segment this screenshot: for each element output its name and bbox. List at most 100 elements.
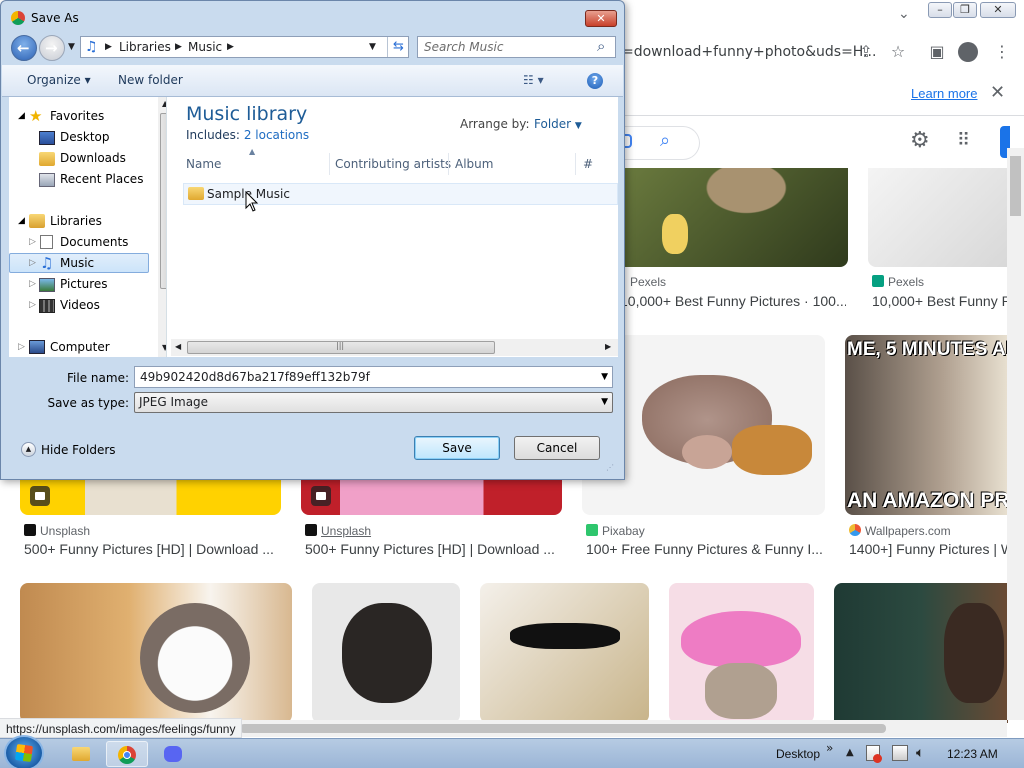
- nav-pictures[interactable]: Pictures: [60, 277, 108, 291]
- result-title[interactable]: 1400+] Funny Pictures | W: [849, 541, 1008, 557]
- network-icon[interactable]: [892, 745, 908, 761]
- desktop-toolbar-label[interactable]: Desktop: [776, 747, 820, 761]
- apps-grid-icon[interactable]: ⠿: [957, 130, 970, 151]
- column-name[interactable]: Name: [186, 157, 221, 171]
- nav-music[interactable]: Music: [60, 256, 94, 270]
- search-icon[interactable]: ⌕: [660, 130, 670, 151]
- share-icon[interactable]: ⇪: [856, 42, 876, 62]
- hide-folders-icon[interactable]: ▲: [21, 442, 36, 457]
- forward-button[interactable]: →: [39, 35, 65, 61]
- resize-grip-icon[interactable]: ⋰: [606, 463, 614, 472]
- start-button[interactable]: [4, 735, 44, 768]
- clock-time[interactable]: 12:23 AM: [947, 747, 998, 761]
- image-cat-showercap[interactable]: [669, 583, 814, 723]
- maximize-button[interactable]: ❐: [953, 2, 977, 18]
- column-contributing-artists[interactable]: Contributing artists: [335, 157, 451, 171]
- image-pink[interactable]: [301, 478, 562, 515]
- result-title[interactable]: 500+ Funny Pictures [HD] | Download ...: [24, 541, 281, 557]
- image-monkey[interactable]: [622, 168, 848, 267]
- cancel-button[interactable]: Cancel: [514, 436, 600, 460]
- nav-favorites[interactable]: Favorites: [50, 109, 104, 123]
- column-album[interactable]: Album: [455, 157, 493, 171]
- organize-button[interactable]: Organize ▾: [27, 73, 91, 87]
- page-vertical-scrollbar[interactable]: [1007, 148, 1024, 720]
- result-title[interactable]: 100+ Free Funny Pictures & Funny I...: [586, 541, 823, 557]
- result-source[interactable]: Pixabay: [586, 524, 645, 538]
- nav-desktop[interactable]: Desktop: [60, 130, 110, 144]
- help-icon[interactable]: ?: [587, 73, 603, 89]
- profile-avatar-icon[interactable]: [958, 42, 978, 62]
- image-dog-sunglasses[interactable]: [480, 583, 649, 723]
- arrange-by-dropdown[interactable]: Folder ▼: [534, 117, 582, 131]
- search-input[interactable]: Search Music: [417, 36, 616, 58]
- show-hidden-icons-icon[interactable]: ▲: [846, 747, 854, 758]
- result-title[interactable]: 10,000+ Best Funny P: [872, 293, 1008, 309]
- bookmark-star-icon[interactable]: ☆: [888, 42, 908, 62]
- save-button[interactable]: Save: [414, 436, 500, 460]
- result-title[interactable]: 500+ Funny Pictures [HD] | Download ...: [305, 541, 562, 557]
- image-lollipop[interactable]: [20, 478, 281, 515]
- nav-scrollbar[interactable]: ▲ ▼: [158, 97, 166, 357]
- taskbar-discord[interactable]: [152, 741, 194, 767]
- result-source[interactable]: Unsplash: [305, 524, 371, 538]
- recent-locations-dropdown-icon[interactable]: ▼: [68, 42, 75, 52]
- result-source[interactable]: Pexels: [872, 275, 924, 289]
- expand-arrow-icon[interactable]: ▷: [29, 279, 36, 289]
- image-dog-white[interactable]: [868, 168, 1008, 267]
- image-orangutan[interactable]: [834, 583, 1008, 723]
- expand-arrow-icon[interactable]: ▷: [18, 342, 25, 352]
- collapse-arrow-icon[interactable]: ◢: [18, 216, 25, 226]
- save-type-select[interactable]: JPEG Image ▼: [134, 392, 613, 413]
- address-breadcrumb[interactable]: ♫ ▶ Libraries ▶ Music ▶ ▼ ⇆: [80, 36, 409, 58]
- collapse-arrow-icon[interactable]: ◢: [18, 111, 25, 121]
- tab-list-chevron-icon[interactable]: ⌄: [898, 6, 910, 22]
- scroll-thumb[interactable]: [160, 113, 166, 289]
- view-options-icon[interactable]: ☷ ▾: [523, 73, 544, 87]
- hide-folders-button[interactable]: Hide Folders: [41, 443, 116, 457]
- locations-link[interactable]: 2 locations: [244, 128, 309, 142]
- expand-arrow-icon[interactable]: ▷: [29, 300, 36, 310]
- nav-videos[interactable]: Videos: [60, 298, 100, 312]
- expand-arrow-icon[interactable]: ▷: [29, 258, 36, 268]
- chevron-down-icon[interactable]: ▼: [601, 367, 608, 387]
- learn-more-link[interactable]: Learn more: [911, 86, 977, 101]
- toolbar-expand-icon[interactable]: »: [826, 741, 833, 755]
- image-pug[interactable]: [312, 583, 460, 723]
- volume-muted-icon[interactable]: 🔈︎: [916, 745, 924, 761]
- scroll-thumb[interactable]: [1010, 156, 1021, 216]
- taskbar-chrome[interactable]: [106, 741, 148, 767]
- nav-recent-places[interactable]: Recent Places: [60, 172, 143, 186]
- back-button[interactable]: ←: [11, 35, 37, 61]
- refresh-icon[interactable]: ⇆: [387, 37, 409, 57]
- result-title[interactable]: 10,000+ Best Funny Pictures · 100...: [620, 293, 846, 309]
- address-bar-text[interactable]: =download+funny+photo&uds=H...: [622, 38, 876, 66]
- side-panel-icon[interactable]: ▣: [927, 42, 947, 62]
- scroll-thumb[interactable]: |||: [187, 341, 495, 354]
- scroll-thumb[interactable]: [240, 724, 886, 733]
- taskbar-explorer[interactable]: [60, 741, 102, 767]
- nav-downloads[interactable]: Downloads: [60, 151, 126, 165]
- column-track-number[interactable]: #: [583, 157, 593, 171]
- breadcrumb-music[interactable]: Music: [188, 37, 222, 57]
- nav-documents[interactable]: Documents: [60, 235, 128, 249]
- browser-close-button[interactable]: ✕: [980, 2, 1016, 18]
- dialog-close-button[interactable]: ✕: [585, 10, 617, 27]
- path-dropdown-icon[interactable]: ▼: [369, 37, 376, 57]
- result-source[interactable]: Wallpapers.com: [849, 524, 951, 538]
- image-meme[interactable]: ME, 5 MINUTES AFT AN AMAZON PRI: [845, 335, 1008, 515]
- scroll-right-icon[interactable]: ▶: [605, 342, 611, 351]
- result-source[interactable]: Pexels: [630, 275, 666, 289]
- menu-kebab-icon[interactable]: ⋮: [992, 42, 1012, 62]
- minimize-button[interactable]: –: [928, 2, 952, 18]
- nav-libraries[interactable]: Libraries: [50, 214, 102, 228]
- breadcrumb-libraries[interactable]: Libraries: [119, 37, 171, 57]
- action-center-flag-icon[interactable]: [866, 745, 882, 763]
- expand-arrow-icon[interactable]: ▷: [29, 237, 36, 247]
- file-name-input[interactable]: 49b902420d8d67ba217f89eff132b79f ▼: [134, 366, 613, 388]
- settings-gear-icon[interactable]: ⚙: [910, 128, 930, 153]
- image-cat-laughing[interactable]: [20, 583, 292, 723]
- file-list-hscrollbar[interactable]: ◀ ||| ▶: [171, 339, 618, 356]
- close-icon[interactable]: ✕: [990, 82, 1005, 103]
- result-source[interactable]: Unsplash: [24, 524, 90, 538]
- new-folder-button[interactable]: New folder: [118, 73, 183, 87]
